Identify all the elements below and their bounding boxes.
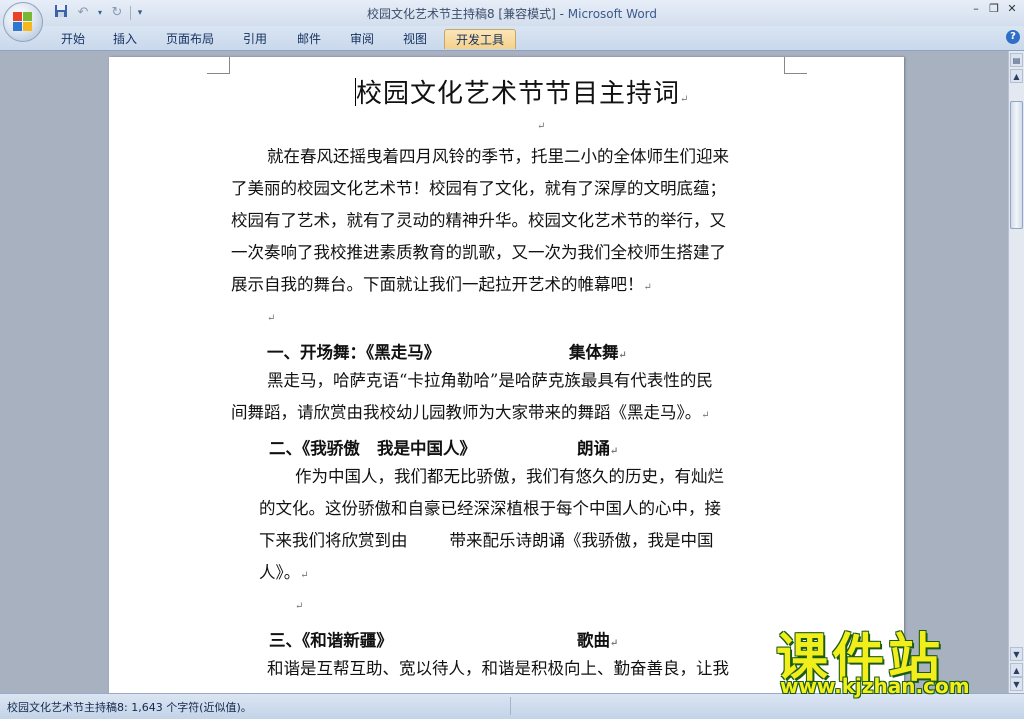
intro-paragraph: 就在春风还摇曳着四月风铃的季节，托里二小的全体师生们迎来 了美丽的校园文化艺术节… <box>231 141 801 304</box>
scroll-down-button[interactable]: ▼ <box>1010 647 1023 661</box>
window-title: 校园文化艺术节主持稿8 [兼容模式] - Microsoft Word <box>366 7 658 21</box>
ribbon-tabs: 开始 插入 页面布局 引用 邮件 审阅 视图 开发工具 <box>0 26 1024 51</box>
tab-page-layout[interactable]: 页面布局 <box>158 29 222 49</box>
restore-button[interactable]: ❐ <box>986 2 1002 16</box>
document-title: 校园文化艺术节节目主持词↵ <box>355 78 690 109</box>
section1-line: 间舞蹈，请欣赏由我校幼儿园教师为大家带来的舞蹈《黑走马》。↵ <box>231 403 710 422</box>
intro-line: 就在春风还摇曳着四月风铃的季节，托里二小的全体师生们迎来 <box>267 147 729 166</box>
office-logo-icon <box>13 12 33 32</box>
section2-line: 人》。↵ <box>259 563 309 582</box>
intro-line: 展示自我的舞台。下面就让我们一起拉开艺术的帷幕吧！↵ <box>231 275 652 294</box>
intro-line: 校园有了艺术，就有了灵动的精神升华。校园文化艺术节的举行，又 <box>231 211 726 230</box>
section3-type: 歌曲↵ <box>577 631 619 650</box>
tab-developer[interactable]: 开发工具 <box>444 29 516 49</box>
tab-view[interactable]: 视图 <box>394 29 436 49</box>
scroll-up-button[interactable]: ▲ <box>1010 69 1023 83</box>
paragraph-mark: ↵ <box>295 601 304 612</box>
intro-line: 了美丽的校园文化艺术节！校园有了文化，就有了深厚的文明底蕴； <box>231 179 726 198</box>
section2-type: 朗诵↵ <box>577 439 619 458</box>
section3-heading: 三、《和谐新疆》 <box>269 631 393 650</box>
tab-mailings[interactable]: 邮件 <box>288 29 330 49</box>
document-page[interactable]: 校园文化艺术节节目主持词↵ ↵ 就在春风还摇曳着四月风铃的季节，托里二小的全体师… <box>109 57 904 693</box>
app-name: Microsoft Word <box>567 7 658 21</box>
previous-page-button[interactable]: ▲ <box>1010 663 1023 677</box>
close-button[interactable]: ✕ <box>1004 2 1020 16</box>
section1-type: 集体舞↵ <box>569 343 627 362</box>
status-separator <box>510 697 511 715</box>
tab-review[interactable]: 审阅 <box>341 29 383 49</box>
section1-line: 黑走马，哈萨克语“卡拉角勒哈”是哈萨克族最具有代表性的民 <box>267 371 713 390</box>
section3-line: 和谐是互帮互助、宽以待人，和谐是积极向上、勤奋善良，让我 <box>267 659 729 678</box>
section3-paragraph: 和谐是互帮互助、宽以待人，和谐是积极向上、勤奋善良，让我 <box>267 653 807 685</box>
document-name: 校园文化艺术节主持稿8 [兼容模式] <box>366 7 556 21</box>
section2-heading: 二、《我骄傲 我是中国人》 <box>269 439 476 458</box>
next-page-button[interactable]: ▼ <box>1010 677 1023 691</box>
section2-line: 作为中国人，我们都无比骄傲，我们有悠久的历史，有灿烂 <box>295 467 724 486</box>
section2-paragraph: 作为中国人，我们都无比骄傲，我们有悠久的历史，有灿烂 的文化。这份骄傲和自豪已经… <box>259 461 799 592</box>
section2-line: 下来我们将欣赏到由 带来配乐诗朗诵《我骄傲，我是中国 <box>259 531 714 550</box>
document-workspace: 校园文化艺术节节目主持词↵ ↵ 就在春风还摇曳着四月风铃的季节，托里二小的全体师… <box>0 51 1008 693</box>
office-button[interactable] <box>3 2 43 42</box>
ruler-toggle-icon[interactable]: ▤ <box>1010 53 1023 67</box>
help-icon[interactable]: ? <box>1006 30 1020 44</box>
watermark-url: www.kjzhan.com <box>780 674 970 698</box>
window-controls: – ❐ ✕ <box>968 2 1020 16</box>
intro-line: 一次奏响了我校推进素质教育的凯歌，又一次为我们全校师生搭建了 <box>231 243 726 262</box>
margin-marker-left <box>207 57 230 74</box>
minimize-button[interactable]: – <box>968 2 984 16</box>
word-count-status[interactable]: 校园文化艺术节主持稿8: 1,643 个字符(近似值)。 <box>7 699 252 715</box>
tab-references[interactable]: 引用 <box>234 29 276 49</box>
section2-line: 的文化。这份骄傲和自豪已经深深植根于每个中国人的心中，接 <box>259 499 721 518</box>
vertical-scrollbar[interactable]: ▤ ▲ ▼ ▲ ▼ <box>1008 51 1024 693</box>
title-bar: ↶ ▾ ↻ ▾ 校园文化艺术节主持稿8 [兼容模式] - Microsoft W… <box>0 0 1024 26</box>
scrollbar-thumb[interactable] <box>1010 101 1023 229</box>
tab-home[interactable]: 开始 <box>52 29 94 49</box>
margin-marker-right <box>784 57 807 74</box>
section1-paragraph: 黑走马，哈萨克语“卡拉角勒哈”是哈萨克族最具有代表性的民 间舞蹈，请欣赏由我校幼… <box>231 365 801 432</box>
watermark-logo: 课件站 www.kjzhan.com <box>776 616 1004 698</box>
paragraph-mark: ↵ <box>267 313 276 324</box>
section1-heading: 一、开场舞：《黑走马》 <box>267 343 441 362</box>
tab-insert[interactable]: 插入 <box>104 29 146 49</box>
paragraph-mark: ↵ <box>537 121 546 132</box>
